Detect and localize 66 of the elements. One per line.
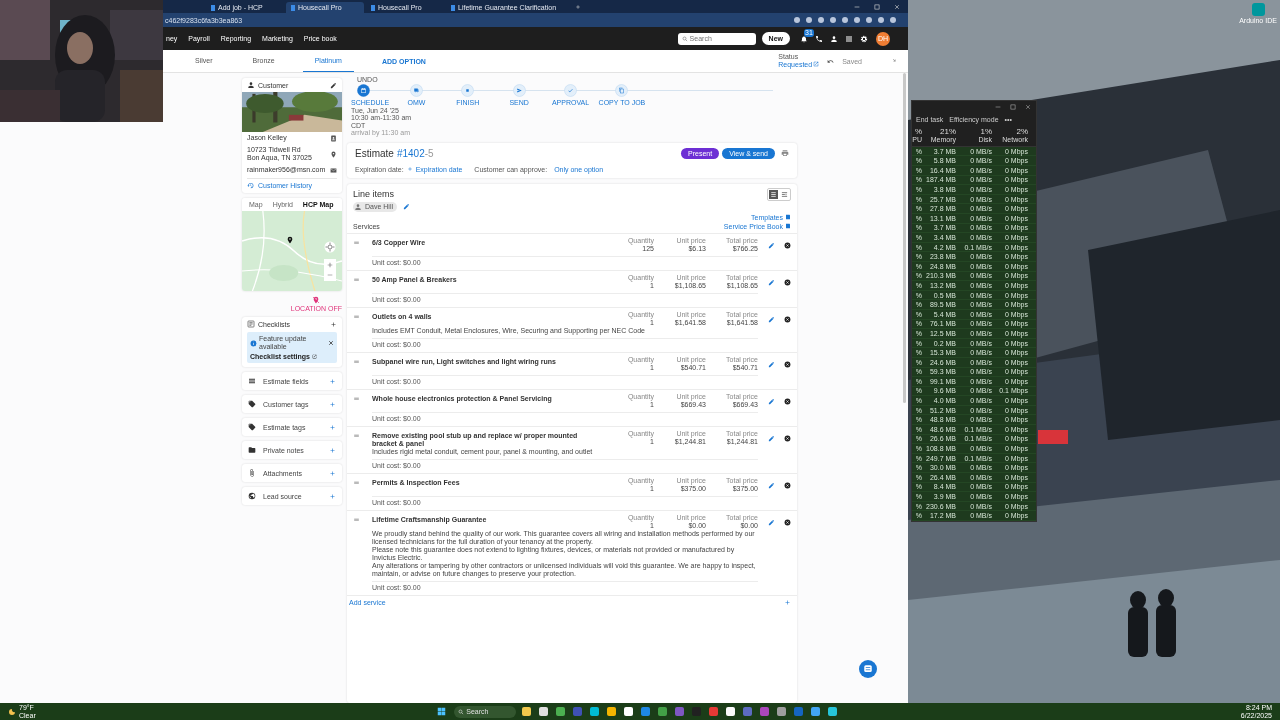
taskbar-app-icon[interactable] [522, 707, 532, 716]
taskbar-app-icon[interactable] [828, 707, 838, 716]
remove-icon[interactable] [784, 360, 791, 368]
stop-icon[interactable] [461, 84, 475, 97]
external-link-icon[interactable] [311, 354, 317, 359]
edit-icon[interactable] [330, 81, 337, 89]
folder-icon [248, 446, 256, 454]
phone-icon[interactable] [815, 34, 823, 43]
remove-icon[interactable] [784, 518, 791, 526]
mail-icon[interactable] [330, 166, 337, 174]
remove-icon[interactable] [784, 315, 791, 323]
undo-icon[interactable] [827, 57, 835, 65]
taskbar-app-icon[interactable] [539, 707, 549, 716]
remove-icon[interactable] [784, 241, 791, 249]
taskbar-app-icon[interactable] [726, 707, 736, 716]
chat-button[interactable] [859, 660, 877, 678]
checklist-icon [247, 320, 255, 328]
tag-icon [248, 423, 256, 431]
close-icon[interactable] [328, 340, 334, 346]
send-icon[interactable] [512, 84, 526, 97]
person-icon[interactable] [830, 34, 838, 43]
estimate-title: Estimate [355, 147, 394, 159]
list-icon [248, 377, 256, 385]
search-icon [681, 35, 688, 42]
list-view-icon[interactable] [768, 188, 779, 200]
globe-icon [248, 492, 256, 500]
column-total: 21% [940, 127, 956, 136]
map-pin-icon [286, 236, 294, 244]
bell-icon[interactable] [800, 34, 808, 43]
column-total: 1% [980, 127, 992, 136]
tag-icon [248, 400, 256, 408]
estimate-revision: -5 [424, 147, 434, 159]
history-icon[interactable] [247, 182, 254, 189]
location-pin-icon[interactable] [330, 150, 337, 158]
info-icon [250, 339, 257, 347]
minimize-icon[interactable] [854, 4, 860, 10]
person-icon [247, 81, 255, 89]
add-icon[interactable] [330, 320, 337, 328]
truck-icon[interactable] [409, 84, 423, 97]
check-icon[interactable] [564, 84, 578, 97]
recenter-button[interactable] [324, 241, 336, 253]
taskbar-app-icon[interactable] [624, 707, 634, 716]
location-off-icon[interactable] [312, 296, 320, 304]
remove-icon[interactable] [784, 397, 791, 405]
column-total: % [914, 127, 922, 136]
apps-grid-icon[interactable] [845, 34, 853, 43]
paperclip-icon [248, 469, 256, 477]
remove-icon[interactable] [784, 434, 791, 442]
column-total: 2% [1016, 127, 1028, 136]
moon-icon[interactable] [8, 707, 16, 716]
estimate-number: #1402 [396, 147, 425, 159]
maximize-icon[interactable] [1010, 104, 1016, 110]
contact-icon[interactable] [330, 134, 337, 142]
remove-icon[interactable] [784, 278, 791, 286]
avatar-icon [354, 202, 362, 211]
start-icon[interactable] [437, 707, 447, 716]
section-title: Line items [353, 189, 395, 199]
close-icon[interactable] [1025, 104, 1031, 110]
remove-icon[interactable] [784, 481, 791, 489]
calendar-icon[interactable] [357, 84, 370, 97]
settings-icon[interactable] [860, 34, 868, 43]
taskbar-app-icon[interactable] [590, 707, 600, 716]
taskbar-app-icon[interactable] [607, 707, 617, 716]
print-icon[interactable] [781, 149, 789, 157]
search-icon [458, 708, 465, 715]
copy-icon[interactable] [615, 84, 629, 97]
